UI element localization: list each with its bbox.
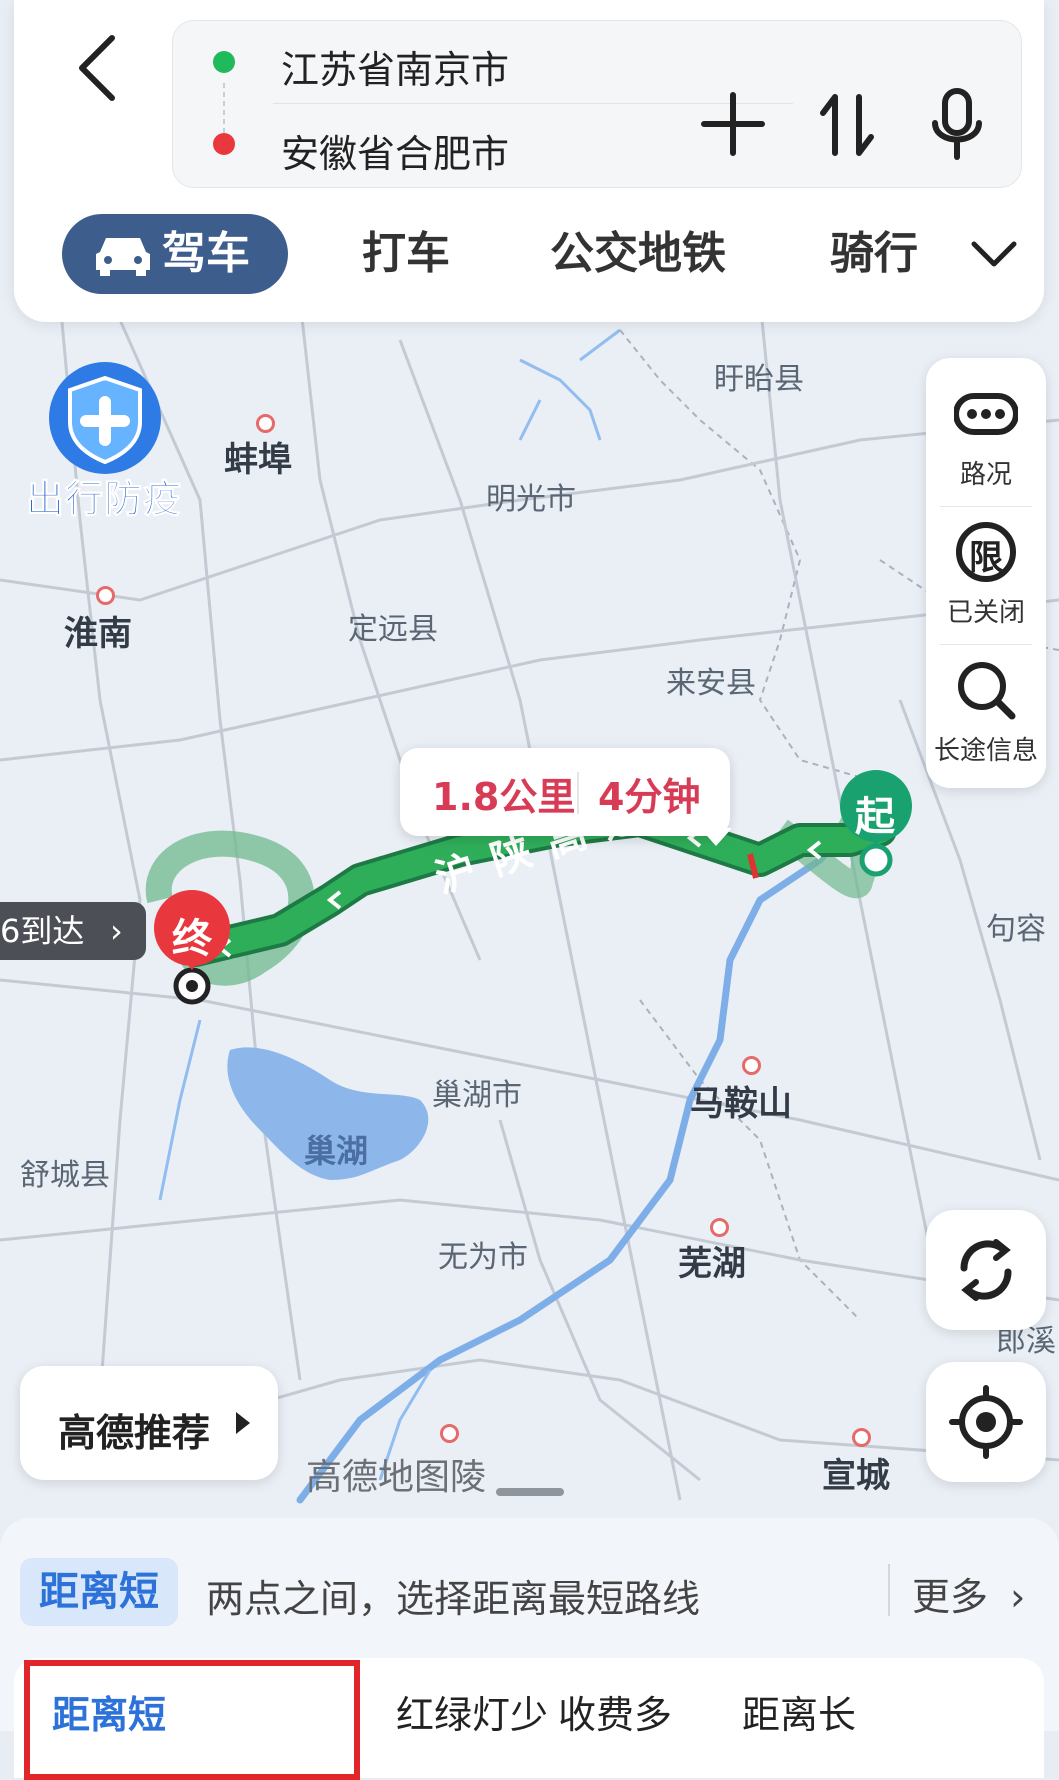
route-recommend-button[interactable]: 高德推荐 — [20, 1366, 278, 1480]
more-preferences-button[interactable]: 更多 › — [912, 1566, 1025, 1621]
chevron-down-icon — [971, 241, 1017, 267]
play-right-icon — [236, 1412, 250, 1434]
travel-mode-tabs: 驾车 打车 公交地铁 骑行 — [46, 214, 1056, 294]
locate-button[interactable] — [926, 1362, 1046, 1482]
chevron-right-icon: › — [1010, 1575, 1026, 1619]
map-label-xuancheng: 宣城 — [822, 1456, 890, 1496]
origin-dot-icon — [213, 51, 235, 73]
tab-transit[interactable]: 公交地铁 — [550, 214, 726, 294]
city-dot-wuhu — [710, 1218, 729, 1237]
back-button[interactable] — [64, 28, 134, 108]
route-info-bubble[interactable]: 1.8公里 4分钟 — [400, 748, 732, 846]
route-options: 距离短 红绿灯少 收费多 距离长 — [14, 1658, 1044, 1780]
traffic-label: 路况 — [959, 460, 1012, 490]
add-waypoint-button[interactable] — [693, 73, 773, 173]
route-recommend-label: 高德推荐 — [58, 1411, 211, 1455]
more-divider — [888, 1564, 890, 1616]
arrival-time-tag[interactable]: 6到达 › — [0, 902, 146, 960]
map-label-laian: 来安县 — [666, 666, 756, 701]
restriction-button[interactable]: 限 已关闭 — [926, 496, 1046, 632]
more-modes-button[interactable] — [966, 214, 1036, 294]
swap-button[interactable] — [807, 73, 887, 173]
car-icon — [96, 238, 150, 276]
map-label-wuwei: 无为市 — [438, 1240, 528, 1275]
voice-button[interactable] — [917, 73, 997, 173]
map-label-ling: 陵 — [450, 1457, 487, 1498]
route-search-card: 江苏省南京市 安徽省合肥市 驾车 打车 公交地铁 骑行 — [14, 0, 1044, 322]
map-label-bengbu: 蚌埠 — [224, 440, 292, 480]
sheet-drag-handle[interactable] — [496, 1488, 564, 1496]
arrival-time-text: 6到达 — [0, 912, 85, 950]
preference-description: 两点之间，选择距离最短路线 — [206, 1577, 701, 1621]
watermark-text: 高德地图 — [306, 1457, 451, 1498]
tab-drive-label: 驾车 — [162, 228, 250, 279]
epidemic-promo-button[interactable]: 出行防疫 — [20, 360, 190, 522]
origin-field[interactable]: 江苏省南京市 — [173, 21, 633, 103]
swap-icon — [820, 94, 874, 156]
traffic-button[interactable]: 路况 — [926, 358, 1046, 494]
search-icon — [958, 662, 1016, 720]
microphone-icon — [932, 88, 982, 160]
long-distance-info-label: 长途信息 — [933, 736, 1038, 766]
refresh-icon — [960, 1239, 1012, 1301]
map-watermark: 高德地图陵 — [306, 1448, 486, 1500]
plus-icon — [701, 92, 765, 156]
tab-taxi[interactable]: 打车 — [362, 214, 450, 294]
traffic-icon — [954, 393, 1018, 435]
route-inputs: 江苏省南京市 安徽省合肥市 — [172, 20, 1022, 188]
map-label-mingguang: 明光市 — [486, 482, 576, 517]
map-tools-panel: 路况 限 已关闭 长途信息 — [926, 358, 1046, 788]
locate-icon — [949, 1385, 1023, 1459]
refresh-route-button[interactable] — [926, 1210, 1046, 1330]
end-marker-label: 终 — [172, 916, 212, 962]
bubble-tail — [700, 828, 732, 846]
tab-cycling[interactable]: 骑行 — [830, 214, 918, 294]
origin-text: 江苏省南京市 — [281, 48, 510, 92]
bubble-time: 4分钟 — [598, 775, 701, 819]
start-marker-label: 起 — [855, 794, 895, 840]
destination-dot-icon — [213, 133, 235, 155]
map-label-huainan: 淮南 — [64, 614, 132, 654]
map-label-shucheng: 舒城县 — [20, 1158, 110, 1193]
map-label-chaohu-lake: 巢湖 — [304, 1132, 369, 1170]
long-distance-info-button[interactable]: 长途信息 — [926, 634, 1046, 770]
bubble-divider — [577, 772, 579, 814]
city-dot-huainan — [96, 586, 115, 605]
preference-badge: 距离短 — [20, 1558, 178, 1626]
shield-icon — [49, 362, 161, 474]
tab-drive[interactable]: 驾车 — [62, 214, 288, 294]
map-label-chaohu-city: 巢湖市 — [432, 1078, 522, 1113]
destination-field[interactable]: 安徽省合肥市 — [173, 105, 633, 187]
map-label-xuyi: 盱眙县 — [714, 362, 804, 397]
city-dot-ling — [440, 1424, 459, 1443]
restriction-label: 已关闭 — [946, 598, 1025, 628]
city-dot-xuancheng — [852, 1428, 871, 1447]
bubble-distance: 1.8公里 — [432, 775, 576, 819]
chevron-left-icon — [79, 35, 115, 101]
city-dot-bengbu — [256, 414, 275, 433]
city-dot-maanshan — [742, 1056, 761, 1075]
map-label-maanshan: 马鞍山 — [690, 1084, 792, 1124]
destination-text: 安徽省合肥市 — [281, 132, 510, 176]
map-label-jurong: 句容 — [986, 912, 1046, 947]
map-label-wuhu: 芜湖 — [678, 1244, 746, 1284]
restriction-glyph: 限 — [969, 538, 1003, 578]
route-preference-sheet: 距离短 两点之间，选择距离最短路线 更多 › 距离短 红绿灯少 收费多 距离长 — [0, 1518, 1059, 1780]
map-label-dingyuan: 定远县 — [348, 612, 438, 647]
more-label: 更多 — [912, 1575, 989, 1619]
chevron-right-icon: › — [110, 912, 123, 950]
epidemic-promo-label: 出行防疫 — [25, 477, 183, 522]
